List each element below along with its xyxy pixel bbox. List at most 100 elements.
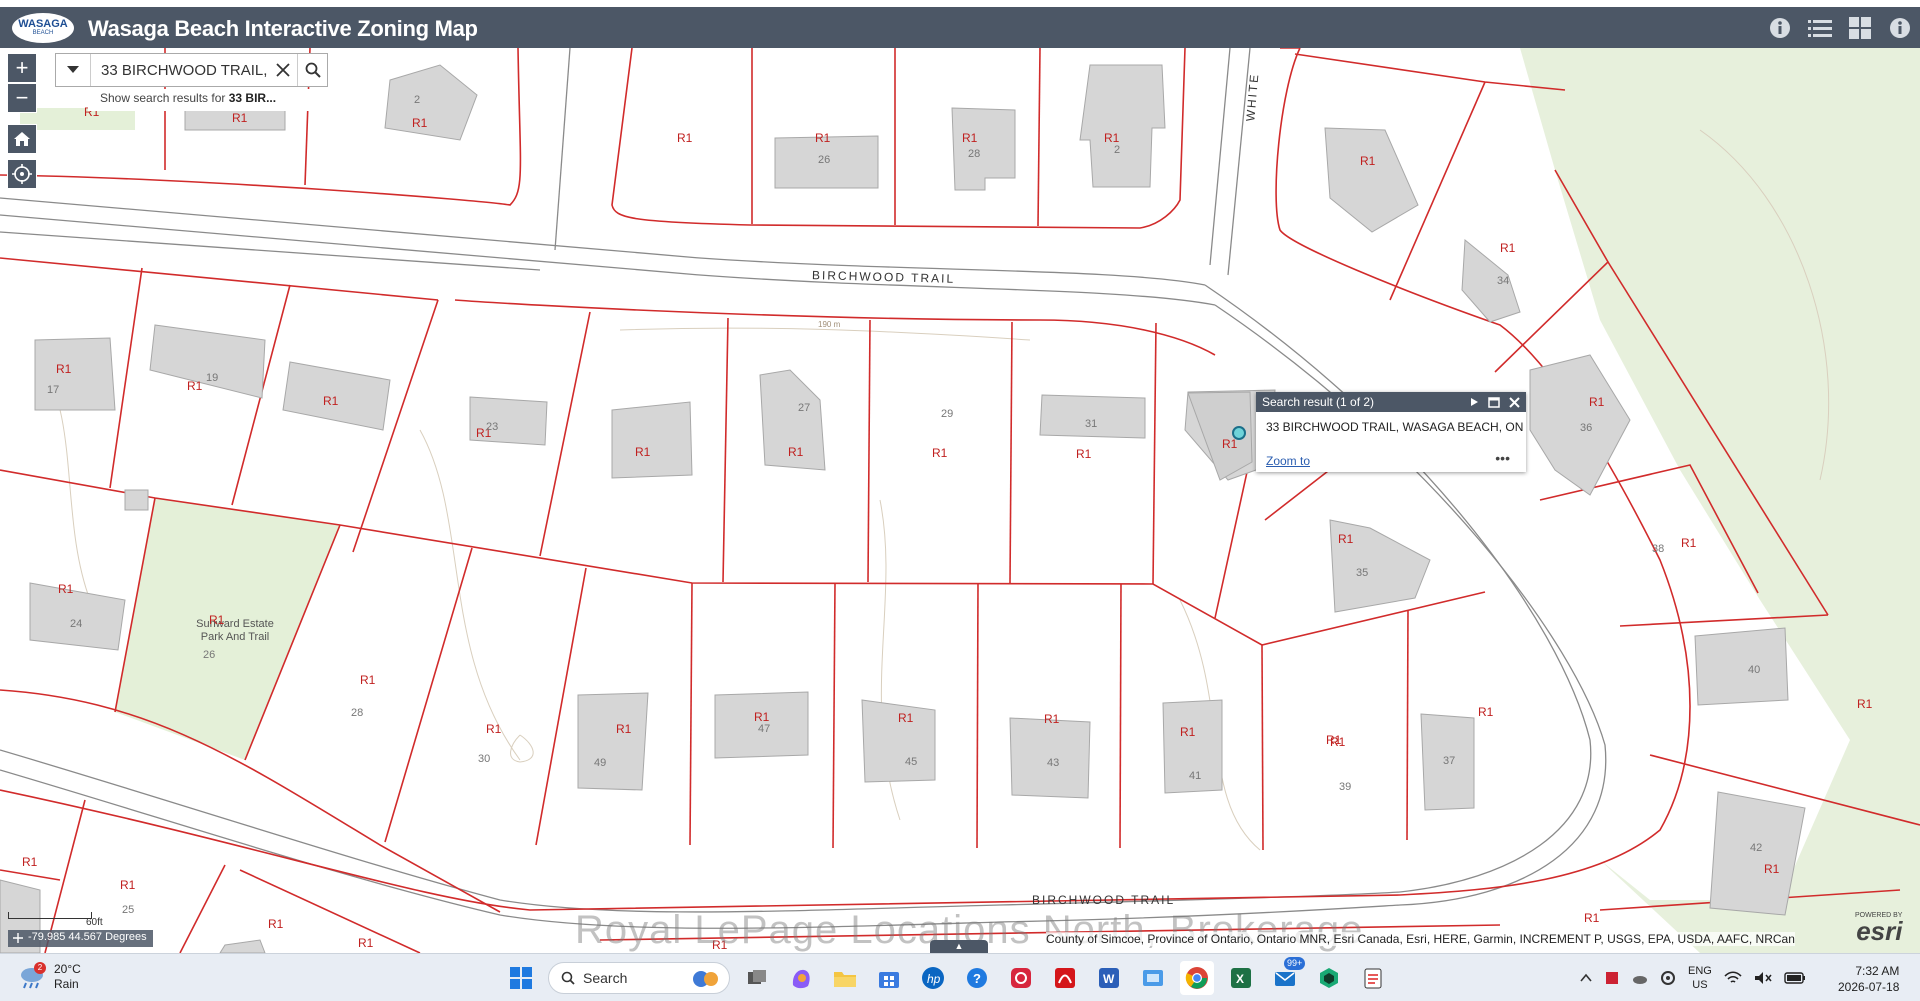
basemap-gallery-icon[interactable]: [1840, 7, 1880, 48]
zone-label: R1: [1360, 154, 1376, 168]
house-number-label: 19: [206, 372, 219, 384]
zone-label: R1: [788, 445, 804, 459]
zone-label: R1: [1044, 712, 1060, 726]
zone-label: R1: [358, 936, 374, 950]
zone-label: R1: [898, 711, 914, 725]
house-number-label: 36: [1580, 422, 1593, 434]
rain-cloud-icon: 2: [18, 962, 46, 990]
wasaga-logo[interactable]: WASAGA BEACH: [12, 13, 74, 43]
close-icon: [276, 63, 290, 77]
copilot-icon[interactable]: [784, 961, 818, 995]
battery-icon[interactable]: [1784, 972, 1806, 984]
house-number-label: 17: [47, 384, 60, 396]
map-attribution: County of Simcoe, Province of Ontario, O…: [1046, 932, 1795, 946]
contour-label: 190 m: [818, 320, 841, 329]
tray-app-icon[interactable]: [1604, 970, 1620, 986]
hp-icon[interactable]: hp: [916, 961, 950, 995]
zone-label: R1: [932, 446, 948, 460]
coordinate-readout[interactable]: -79.985 44.567 Degrees: [8, 930, 153, 947]
search-suggestion[interactable]: Show search results for 33 BIR...: [88, 89, 328, 111]
house-number-label: 2: [414, 94, 421, 106]
esri-logo[interactable]: POWERED BY esri: [1855, 912, 1902, 944]
acrobat-icon[interactable]: [1048, 961, 1082, 995]
zone-label: R1: [616, 722, 632, 736]
security-app-icon[interactable]: [1004, 961, 1038, 995]
window-top-strip: [0, 0, 1920, 7]
maximize-popup-button[interactable]: [1486, 394, 1502, 410]
search-highlight-icon: [693, 971, 718, 987]
house-number-label: 40: [1748, 664, 1761, 676]
word-icon[interactable]: W: [1092, 961, 1126, 995]
volume-muted-icon[interactable]: [1754, 971, 1772, 985]
house-number-label: 49: [594, 757, 607, 769]
map-canvas[interactable]: [0, 48, 1920, 953]
attribution-toggle[interactable]: ▲: [930, 940, 988, 953]
crosshair-icon: [13, 933, 23, 943]
clear-search-button[interactable]: [272, 57, 294, 83]
zone-label: R1: [486, 722, 502, 736]
buildings: [0, 64, 1806, 953]
about-icon[interactable]: [1880, 7, 1920, 48]
wifi-icon[interactable]: [1724, 971, 1742, 985]
house-number-label: 26: [818, 154, 831, 166]
popup-title: Search result (1 of 2): [1262, 395, 1375, 409]
zone-label: R1: [1478, 705, 1494, 719]
house-number-label: 31: [1085, 418, 1098, 430]
taskbar-search[interactable]: Search: [548, 962, 730, 994]
zone-label: R1: [268, 917, 284, 931]
street-label-birchwood-south: BIRCHWOOD TRAIL: [1032, 893, 1176, 907]
close-popup-button[interactable]: [1506, 394, 1522, 410]
network-app-icon[interactable]: [1312, 961, 1346, 995]
house-number-label: 29: [941, 408, 954, 420]
house-number-label: 41: [1189, 770, 1202, 782]
system-clock[interactable]: 7:32 AM 2026-07-18: [1838, 963, 1899, 995]
settings-icon[interactable]: [1660, 970, 1676, 986]
zone-label: R1: [58, 582, 74, 596]
zoom-out-button[interactable]: −: [7, 83, 37, 113]
zone-label: R1: [815, 131, 831, 145]
house-number-label: 2: [1114, 144, 1121, 156]
task-view-icon[interactable]: [740, 961, 774, 995]
house-number-label: 28: [968, 148, 981, 160]
search-input[interactable]: 33 BIRCHWOOD TRAIL, W: [101, 62, 271, 79]
more-options-button[interactable]: •••: [1495, 450, 1510, 466]
locate-button[interactable]: [7, 159, 37, 189]
snipping-tool-icon[interactable]: [1136, 961, 1170, 995]
info-icon[interactable]: [1760, 7, 1800, 48]
cloud-icon[interactable]: [1632, 970, 1648, 986]
zone-label: R1: [232, 111, 248, 125]
svg-text:?: ?: [973, 971, 981, 986]
home-button[interactable]: [7, 124, 37, 154]
file-explorer-icon[interactable]: [828, 961, 862, 995]
help-icon[interactable]: ?: [960, 961, 994, 995]
windows-logo-icon: [510, 967, 532, 989]
zoom-to-link[interactable]: Zoom to: [1266, 454, 1310, 468]
mail-icon[interactable]: 99+: [1268, 957, 1306, 995]
zone-label: R1: [209, 613, 225, 627]
microsoft-store-icon[interactable]: [872, 961, 906, 995]
next-result-button[interactable]: [1466, 394, 1482, 410]
zone-label: R1: [1584, 911, 1600, 925]
zone-label: R1: [56, 362, 72, 376]
language-indicator[interactable]: ENG US: [1688, 964, 1712, 992]
notepad-app-icon[interactable]: [1356, 961, 1390, 995]
zone-label: R1: [1857, 697, 1873, 711]
house-number-label: 24: [70, 618, 83, 630]
chrome-icon[interactable]: [1180, 961, 1214, 995]
legend-list-icon[interactable]: [1800, 7, 1840, 48]
house-number-label: 42: [1750, 842, 1763, 854]
weather-widget[interactable]: 2 20°C Rain: [18, 962, 81, 992]
search-button[interactable]: [297, 54, 328, 86]
svg-text:hp: hp: [927, 972, 941, 986]
zone-label: R1: [1222, 437, 1238, 451]
start-button[interactable]: [504, 961, 538, 995]
zoning-map[interactable]: BIRCHWOOD TRAIL BIRCHWOOD TRAIL WHITE Su…: [0, 48, 1920, 953]
chevron-up-icon[interactable]: [1580, 973, 1592, 983]
zone-label: R1: [635, 445, 651, 459]
house-number-label: 30: [478, 753, 491, 765]
zone-label: R1: [1500, 241, 1516, 255]
search-source-dropdown[interactable]: [56, 54, 91, 86]
excel-icon[interactable]: X: [1224, 961, 1258, 995]
house-number-label: 37: [1443, 755, 1456, 767]
zoom-in-button[interactable]: +: [7, 53, 37, 83]
